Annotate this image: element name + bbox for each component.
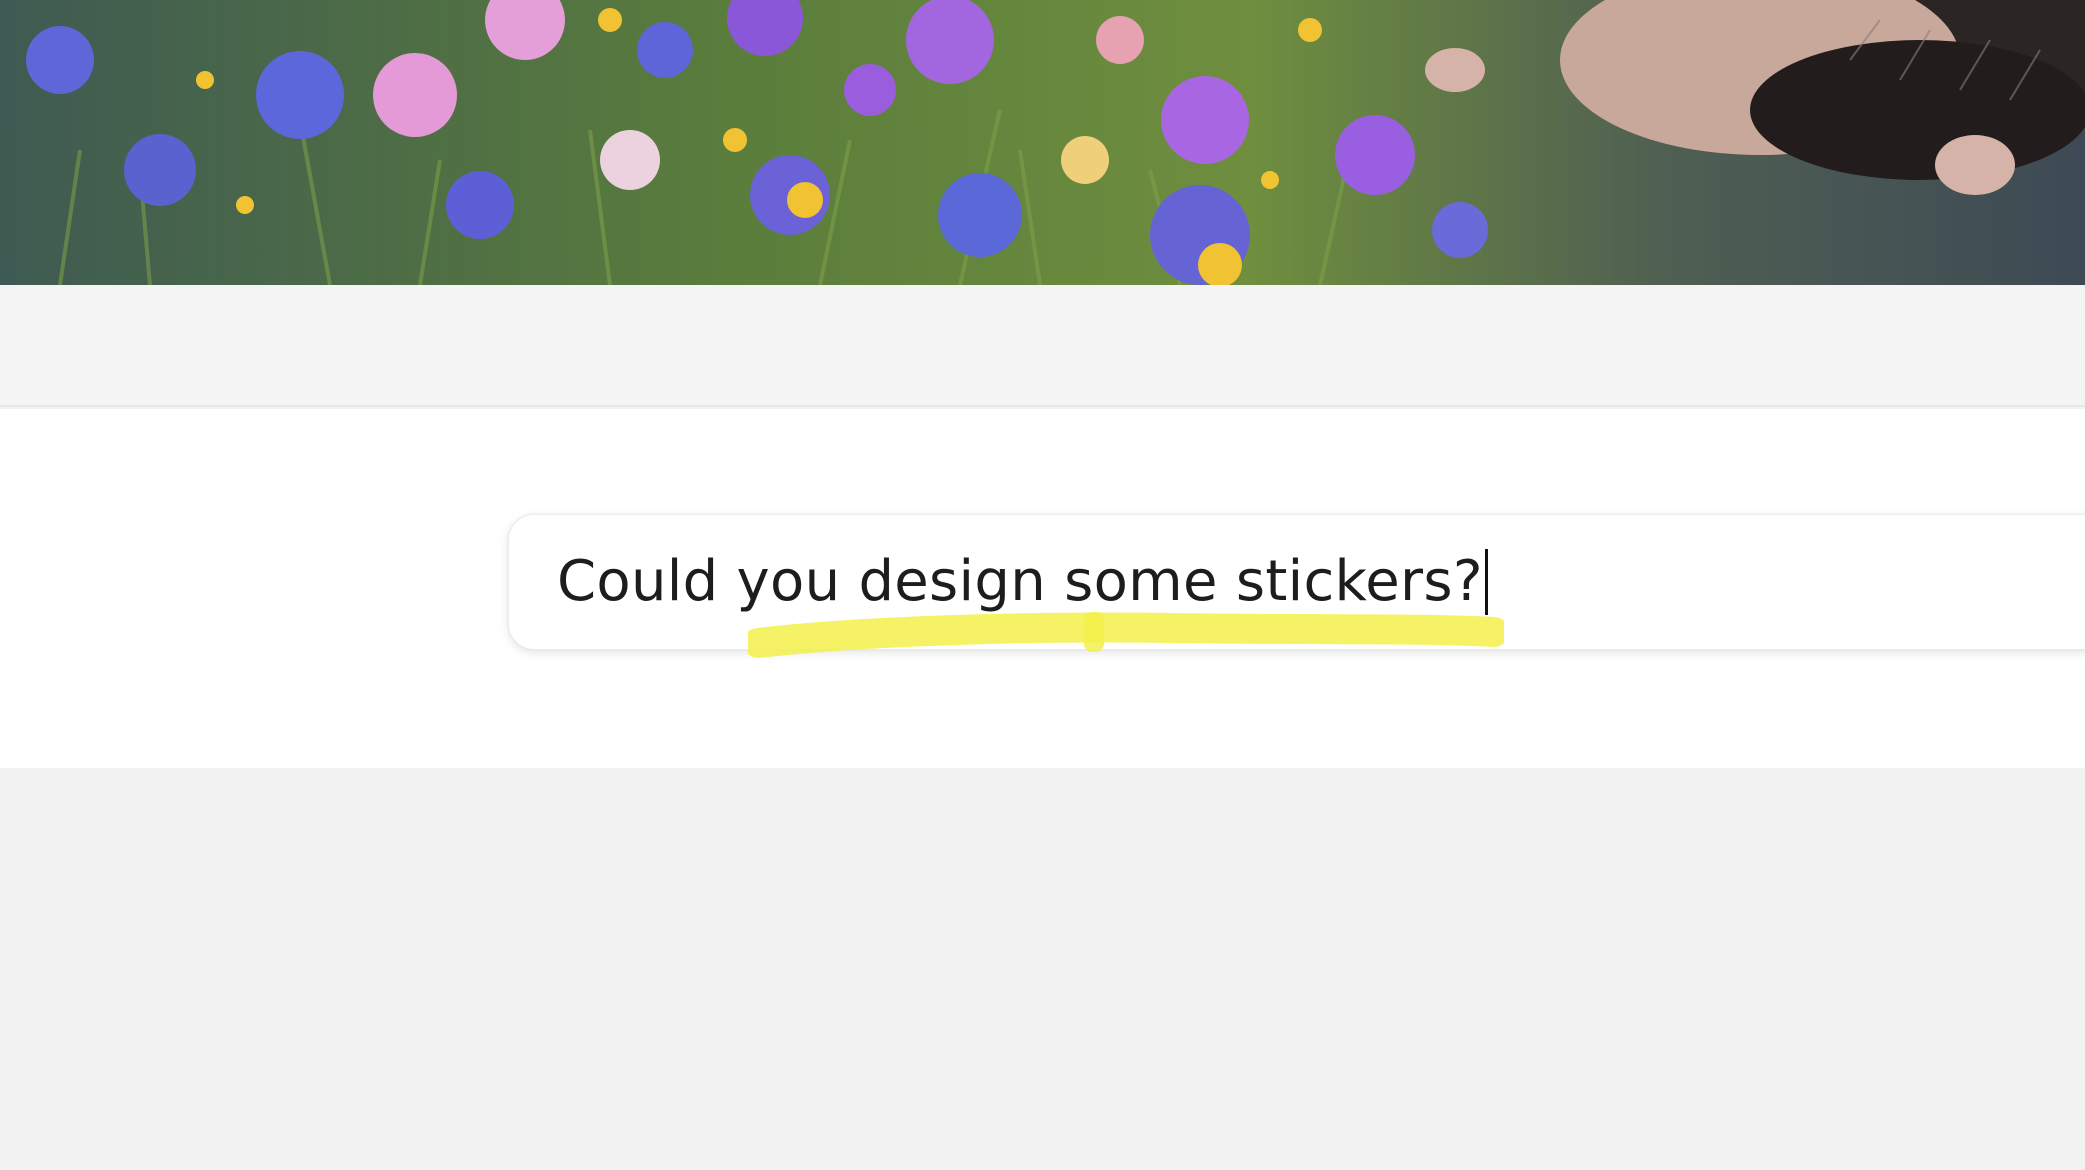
chat-window: Could you design some stickers? xyxy=(0,0,2085,1170)
image-footer-band xyxy=(0,285,2085,407)
prompt-input[interactable]: Could you design some stickers? xyxy=(557,549,1488,615)
prompt-input-text: Could you design some stickers? xyxy=(557,549,1483,614)
generated-image[interactable] xyxy=(0,0,2085,285)
text-caret-icon xyxy=(1484,549,1488,615)
prompt-input-box[interactable]: Could you design some stickers? xyxy=(508,514,2085,650)
page-bottom-area xyxy=(0,768,2085,1170)
